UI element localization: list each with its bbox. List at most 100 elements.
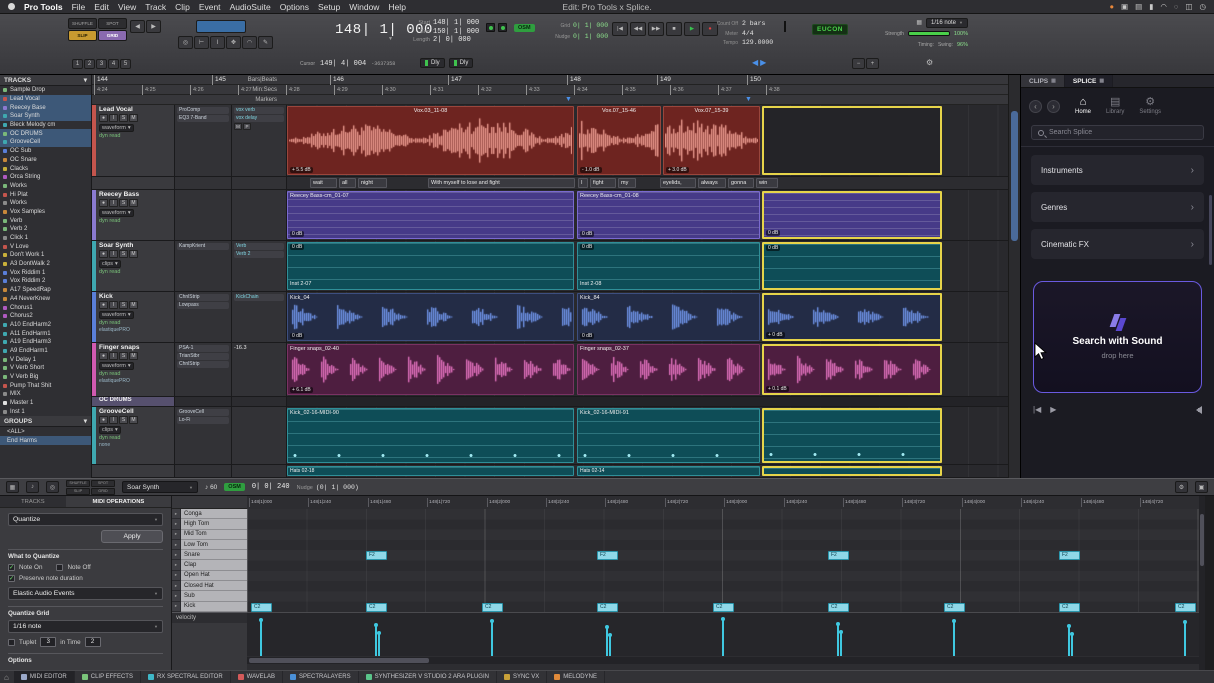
mute-button[interactable]: M	[129, 199, 138, 207]
audio-clip[interactable]: Kick_04 0 dB	[287, 293, 574, 341]
insert-plugin[interactable]: ProComp	[177, 107, 229, 114]
tracks-header[interactable]: TRACKS▾	[0, 75, 91, 86]
lane-expand-icon[interactable]: ▸	[172, 509, 181, 519]
play-button[interactable]: ▶	[684, 22, 700, 36]
window-tab[interactable]: CLIP EFFECTS	[75, 671, 141, 683]
record-indicator-icon[interactable]: ●	[1109, 2, 1114, 11]
mute-button[interactable]: M	[129, 301, 138, 309]
operation-selector[interactable]: Quantize▼	[8, 513, 163, 526]
automation-mode[interactable]: dyn read	[99, 320, 172, 326]
grid-nudge-field[interactable]: Nudge0| 1| 000	[548, 32, 608, 42]
group-list-item[interactable]: End Harms	[0, 436, 91, 445]
edit-mode-mini-button[interactable]: SHUFFLE	[66, 480, 90, 487]
scrollbar-thumb[interactable]	[249, 658, 429, 663]
midi-note[interactable]: C2	[482, 603, 503, 612]
audio-clip[interactable]: Kick_84 0 dB	[577, 293, 760, 341]
clip-gain-badge[interactable]: + 3.0 dB	[666, 167, 689, 173]
track-name[interactable]: Finger snaps	[99, 344, 172, 351]
track-name[interactable]: OC DRUMS	[99, 397, 172, 403]
velocity-handle[interactable]	[1067, 624, 1071, 628]
midi-note[interactable]: F2	[597, 551, 618, 560]
control-center-icon[interactable]: ◫	[1185, 2, 1192, 11]
velocity-stem[interactable]	[1068, 626, 1070, 656]
display-icon[interactable]: ▤	[1135, 2, 1142, 11]
counter-caret-icon[interactable]: ▼	[388, 36, 393, 42]
search-with-sound-dropzone[interactable]: Search with Sound drop here	[1033, 281, 1202, 393]
track-name[interactable]: Soar Synth	[99, 242, 172, 249]
splice-category-card[interactable]: Genres›	[1031, 192, 1204, 222]
lyric-clip[interactable]: win	[756, 178, 778, 188]
fast-forward-button[interactable]: ▶▶	[648, 22, 664, 36]
insert-plugin[interactable]: Lo-Fi	[177, 417, 229, 424]
grid-view-icon[interactable]: ▦	[6, 481, 19, 493]
drum-lane-row[interactable]: ▸Closed Hat	[172, 581, 247, 591]
velocity-handle[interactable]	[721, 617, 725, 621]
audio-clip[interactable]	[762, 106, 942, 175]
stop-button[interactable]: ■	[666, 22, 682, 36]
insert-plugin[interactable]: ChnlStrip	[177, 294, 229, 301]
track-view-selector[interactable]: waveform▾	[99, 124, 134, 132]
midi-note[interactable]: C2	[251, 603, 272, 612]
selection-counter[interactable]: Start148| 1| 000	[404, 19, 479, 28]
track-lane-hats[interactable]: Hats 02-18 Hats 02-14	[287, 465, 1008, 477]
send-slot[interactable]: vox delay	[234, 115, 284, 122]
velocity-handle[interactable]	[952, 619, 956, 623]
menu-item[interactable]: File	[72, 2, 86, 12]
drum-lane-label[interactable]: Kick	[181, 602, 247, 612]
menu-item[interactable]: Event	[199, 2, 221, 12]
record-arm-button[interactable]: ●	[99, 199, 108, 207]
audio-clip[interactable]: Vox.07_15-46 - 1.0 dB	[577, 106, 661, 175]
markers-ruler[interactable]: Markers ▼▼	[92, 95, 1008, 105]
lane-expand-icon[interactable]: ▸	[172, 550, 181, 560]
insert-plugin[interactable]: KampKrient	[177, 243, 229, 250]
lane-expand-icon[interactable]: ▸	[172, 602, 181, 612]
edit-mode-mini-button[interactable]: SLIP	[66, 488, 90, 495]
zoom-in-arrow-icon[interactable]: ▶	[146, 20, 161, 33]
velocity-handle[interactable]	[1070, 632, 1074, 636]
checkbox[interactable]: ✓	[8, 575, 15, 582]
options-header[interactable]: Options	[8, 653, 163, 664]
midi-clip[interactable]: Kick_02-16-MIDI-91	[577, 408, 760, 463]
track-lane-soar-synth[interactable]: 0 dB Inst 2-07 0 dB Inst 2-08 0 dB	[287, 241, 1008, 291]
default-note-value[interactable]: ♪ 60	[205, 484, 217, 491]
menu-item[interactable]: Edit	[94, 2, 109, 12]
groups-header[interactable]: GROUPS▾	[0, 416, 91, 427]
midi-note[interactable]: C2	[828, 603, 849, 612]
min-secs-ruler[interactable]: Min:Secs 4:244:254:264:274:284:294:304:3…	[92, 85, 1008, 95]
lyric-clip[interactable]: With myself to lose and fight	[428, 178, 575, 188]
automation-mode[interactable]: dyn read	[99, 218, 172, 224]
velocity-handle[interactable]	[377, 631, 381, 635]
preserve-duration-option[interactable]: ✓Preserve note duration	[8, 575, 163, 582]
mute-button[interactable]: M	[129, 114, 138, 122]
scrubber-tool-icon[interactable]: ◠	[242, 36, 257, 49]
lyric-clip[interactable]: wait	[310, 178, 337, 188]
rewind-button[interactable]: ◀◀	[630, 22, 646, 36]
audio-clip[interactable]: Vox.03_11-08 + 5.5 dB	[287, 106, 574, 175]
elastic-audio-selector[interactable]: Elastic Audio Events▼	[8, 587, 163, 600]
pencil-tool-icon[interactable]: ✎	[258, 36, 273, 49]
session-field[interactable]: Count Off2 bars	[704, 20, 773, 29]
drum-lane-row[interactable]: ▸Low Tom	[172, 540, 247, 550]
midi-clip[interactable]: Kick_02-16-MIDI-90	[287, 408, 574, 463]
selector-tool-icon[interactable]: I	[210, 36, 225, 49]
app-menu[interactable]: Pro Tools	[24, 2, 63, 12]
track-lane-groovecell[interactable]: Kick_02-16-MIDI-90 Kick_02-16-MIDI-91	[287, 407, 1008, 464]
window-tab[interactable]: SPECTRALAYERS	[283, 671, 359, 683]
drum-lane-label[interactable]: Clap	[181, 560, 247, 570]
drum-lane-row[interactable]: ▸Sub	[172, 591, 247, 601]
solo-button[interactable]: S	[119, 301, 128, 309]
window-tab[interactable]: RX SPECTRAL EDITOR	[141, 671, 231, 683]
velocity-handle[interactable]	[839, 630, 843, 634]
library-icon[interactable]: ▤Library	[1106, 97, 1124, 115]
zoom-preset-button[interactable]: 3	[96, 59, 107, 69]
play-sample-button[interactable]: ▶	[1050, 405, 1056, 414]
automation-mode[interactable]: dyn read	[99, 435, 172, 441]
panel-tab[interactable]: CLIPS▦	[1021, 75, 1065, 87]
drum-lane-row[interactable]: ▸Kick	[172, 602, 247, 612]
midi-panel-tab[interactable]: MIDI OPERATIONS	[66, 496, 171, 507]
midi-clip[interactable]: Hats 02-18	[287, 466, 574, 476]
gear-icon[interactable]: ⚙	[926, 58, 933, 67]
panel-tab[interactable]: SPLICE▦	[1065, 75, 1113, 87]
midi-clip[interactable]: Hats 02-14	[577, 466, 760, 476]
velocity-stem[interactable]	[260, 620, 262, 656]
